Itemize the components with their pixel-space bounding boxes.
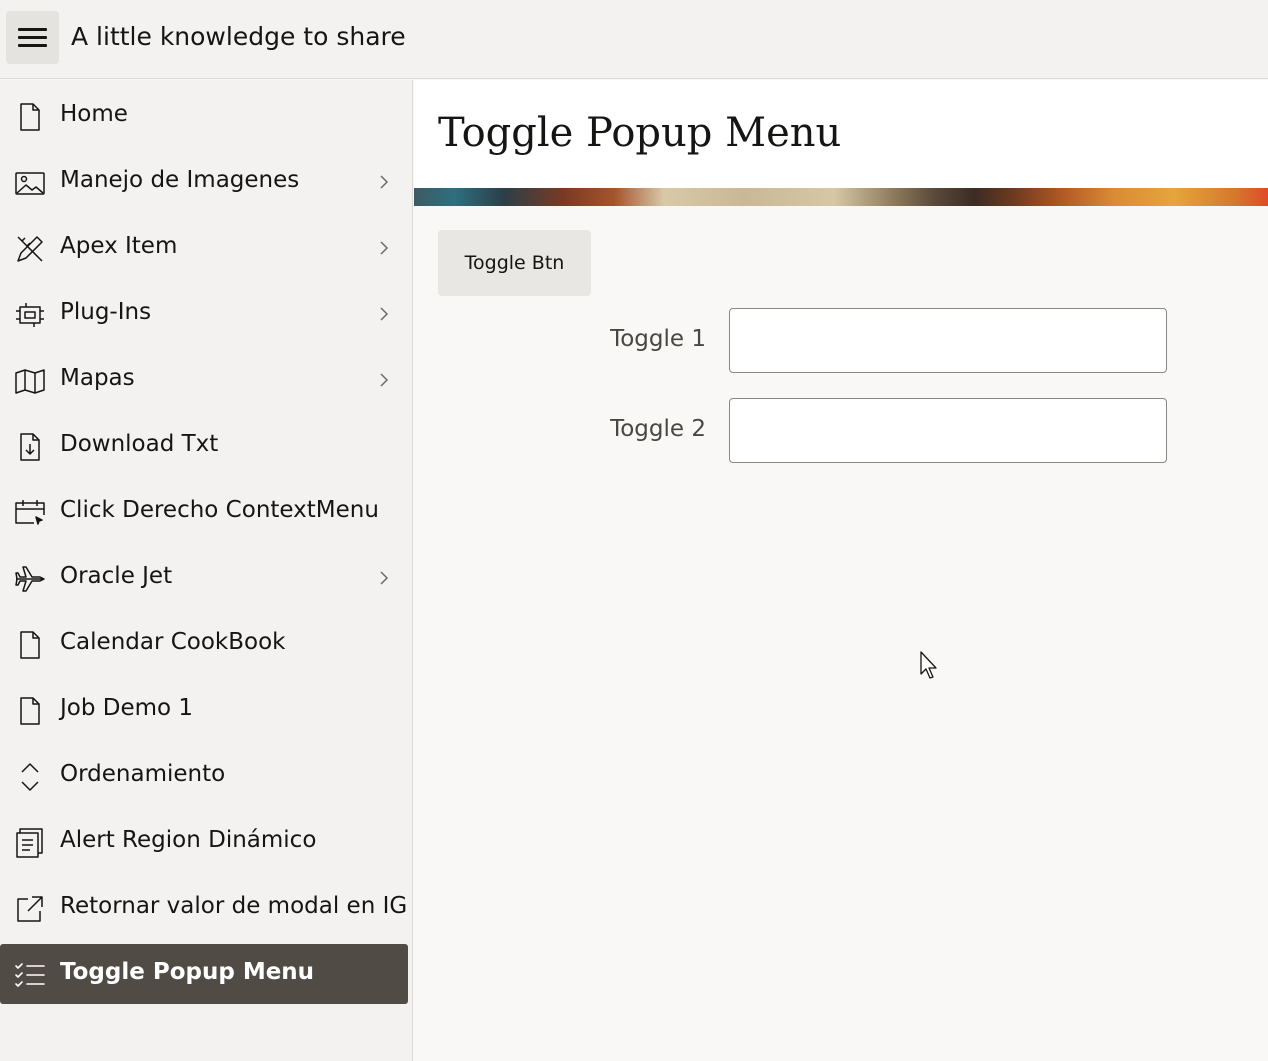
jet-plane-icon <box>14 563 46 595</box>
sidebar-item-oracle-jet[interactable]: Oracle Jet <box>0 548 408 608</box>
toggle-2-label: Toggle 2 <box>610 416 706 442</box>
menu-toggle-button[interactable] <box>6 11 59 64</box>
plugin-icon <box>14 299 46 331</box>
sidebar-item-label: Manejo de Imagenes <box>60 167 300 193</box>
mouse-cursor-icon <box>920 651 937 679</box>
sidebar-item-label: Oracle Jet <box>60 563 173 589</box>
sidebar-item-job-demo-1[interactable]: Job Demo 1 <box>0 680 408 740</box>
sidebar-item-apex-item[interactable]: Apex Item <box>0 218 408 278</box>
toggle-2-field[interactable] <box>729 398 1167 463</box>
pencil-ruler-icon <box>14 233 46 265</box>
sidebar-item-label: Toggle Popup Menu <box>60 959 315 985</box>
sidebar-item-label: Job Demo 1 <box>60 695 194 721</box>
sidebar-item-manejo-de-imagenes[interactable]: Manejo de Imagenes <box>0 152 408 212</box>
sidebar-item-label: Plug-Ins <box>60 299 152 325</box>
file-download-icon <box>14 431 46 463</box>
toggle-1-label: Toggle 1 <box>610 326 706 352</box>
app-header: A little knowledge to share <box>0 0 1268 79</box>
sidebar-item-calendar-cookbook[interactable]: Calendar CookBook <box>0 614 408 674</box>
sidebar-item-click-derecho-contextmenu[interactable]: Click Derecho ContextMenu <box>0 482 408 542</box>
sidebar-item-label: Home <box>60 101 128 127</box>
sidebar-item-label: Mapas <box>60 365 135 391</box>
sidebar-item-label: Click Derecho ContextMenu <box>60 497 379 523</box>
sidebar-item-label: Download Txt <box>60 431 219 457</box>
page-title-region: Toggle Popup Menu <box>414 80 1268 188</box>
sidebar-item-label: Apex Item <box>60 233 178 259</box>
sidebar-item-download-txt[interactable]: Download Txt <box>0 416 408 476</box>
sidebar-item-alert-region-dinamico[interactable]: Alert Region Dinámico <box>0 812 408 872</box>
chevron-right-icon <box>376 240 392 256</box>
main-content: Toggle Popup Menu Toggle Btn Toggle 1 To… <box>414 80 1268 1061</box>
image-icon <box>14 167 46 199</box>
decorative-banner <box>414 188 1268 206</box>
toggle-button[interactable]: Toggle Btn <box>438 230 591 296</box>
sidebar-item-label: Retornar valor de modal en IG <box>60 893 408 919</box>
file-icon <box>14 695 46 727</box>
chevron-right-icon <box>376 570 392 586</box>
alert-list-icon <box>14 827 46 859</box>
sidebar-nav: Home Manejo de Imagenes Apex Item Plug-I… <box>0 80 413 1061</box>
sidebar-item-ordenamiento[interactable]: Ordenamiento <box>0 746 408 806</box>
calendar-cursor-icon <box>14 497 46 529</box>
map-icon <box>14 365 46 397</box>
app-title[interactable]: A little knowledge to share <box>71 22 406 51</box>
file-icon <box>14 629 46 661</box>
page-title: Toggle Popup Menu <box>438 110 842 156</box>
sidebar-item-retornar-valor-de-modal-en-ig[interactable]: Retornar valor de modal en IG <box>0 878 408 938</box>
chevron-right-icon <box>376 372 392 388</box>
sort-icon <box>14 761 46 793</box>
file-icon <box>14 101 46 133</box>
sidebar-item-mapas[interactable]: Mapas <box>0 350 408 410</box>
sidebar-item-plug-ins[interactable]: Plug-Ins <box>0 284 408 344</box>
sidebar-item-label: Calendar CookBook <box>60 629 286 655</box>
chevron-right-icon <box>376 174 392 190</box>
sidebar-item-toggle-popup-menu[interactable]: Toggle Popup Menu <box>0 944 408 1004</box>
toggle-1-field[interactable] <box>729 308 1167 373</box>
external-link-icon <box>14 893 46 925</box>
sidebar-item-label: Ordenamiento <box>60 761 226 787</box>
checklist-icon <box>14 959 46 991</box>
chevron-right-icon <box>376 306 392 322</box>
sidebar-item-label: Alert Region Dinámico <box>60 827 317 853</box>
sidebar-item-home[interactable]: Home <box>0 86 408 146</box>
